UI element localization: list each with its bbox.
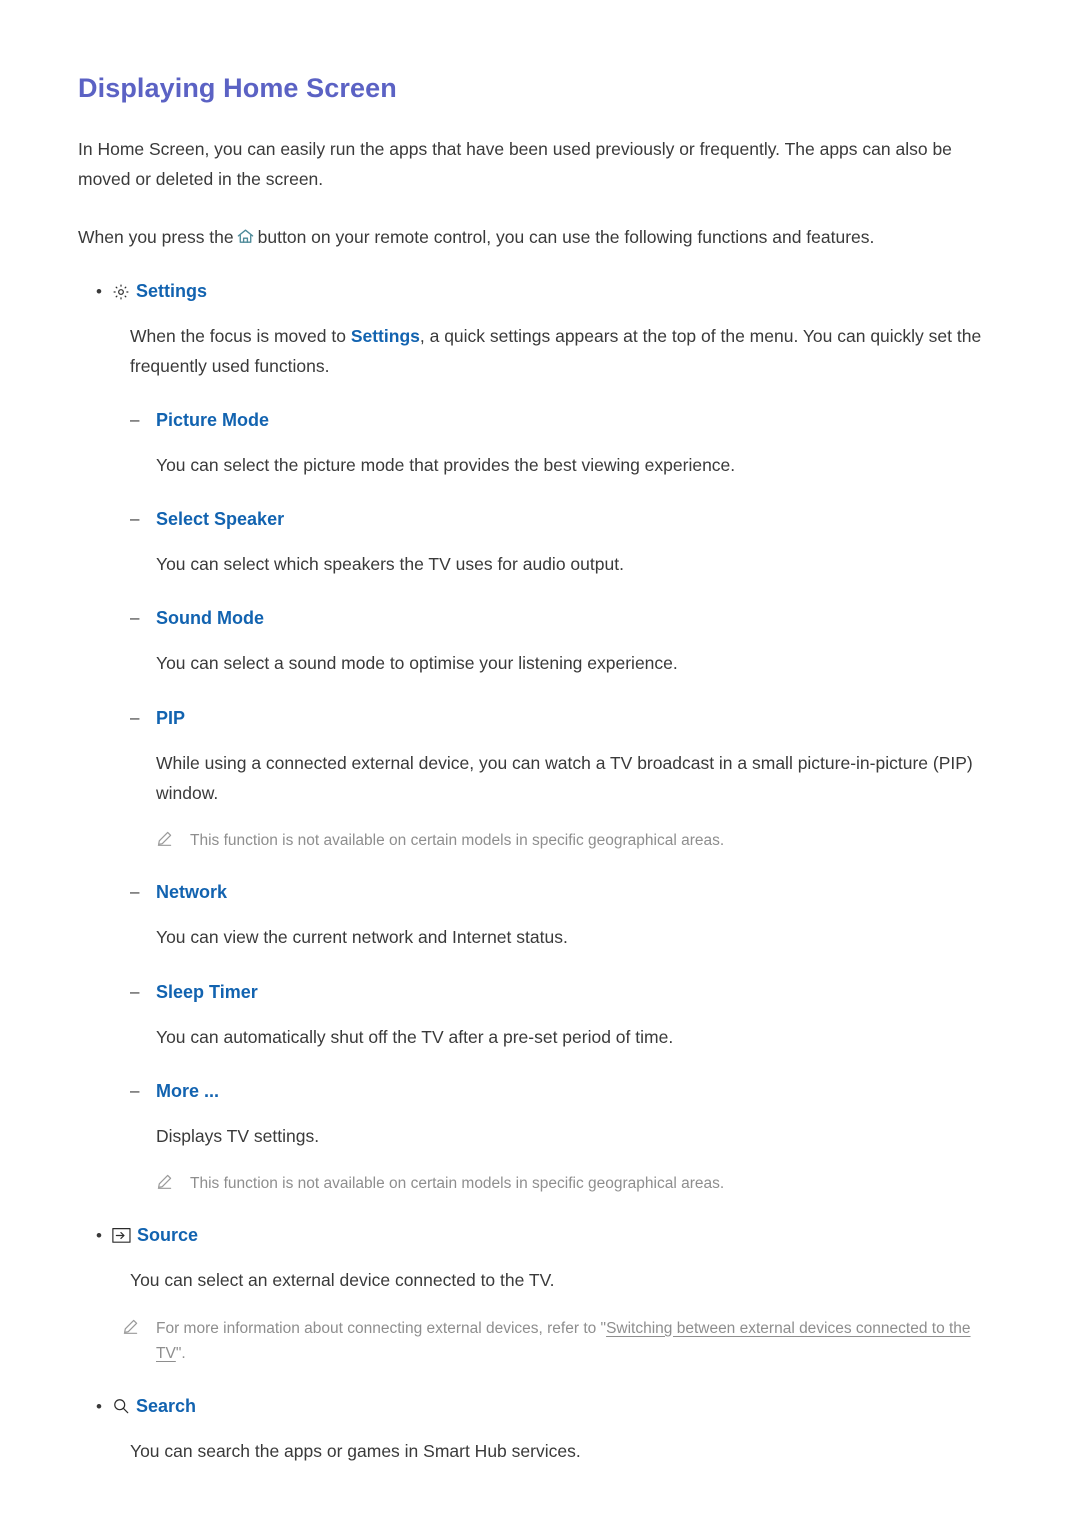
note-text: For more information about connecting ex…	[156, 1316, 1002, 1367]
sub-item-label: More ...	[156, 1080, 220, 1101]
bullet-marker: •	[96, 1226, 102, 1246]
sub-item-label: Picture Mode	[156, 410, 270, 431]
note-source: For more information about connecting ex…	[78, 1316, 1002, 1367]
note-text-after: ".	[175, 1345, 186, 1363]
sub-item-label: Select Speaker	[156, 509, 285, 530]
bullet-head-source: Source	[112, 1222, 198, 1249]
search-description: You can search the apps or games in Smar…	[130, 1440, 581, 1461]
sub-item-select-speaker[interactable]: – Select Speaker	[78, 506, 1002, 532]
bullet-head-search: Search	[112, 1393, 196, 1420]
page-title: Displaying Home Screen	[78, 73, 397, 103]
sub-item-body-more: Displays TV settings.	[78, 1121, 1002, 1151]
home-icon	[236, 227, 255, 246]
press-sentence-before: When you press the	[78, 226, 234, 247]
pencil-icon	[156, 828, 190, 852]
settings-description: When the focus is moved to Settings, a q…	[130, 321, 1002, 381]
sub-item-body-sleep-timer: You can automatically shut off the TV af…	[78, 1022, 1002, 1052]
sub-item-label: Sound Mode	[156, 608, 264, 629]
note-pip: This function is not available on certai…	[78, 828, 1002, 854]
sub-item-body-pip: While using a connected external device,…	[78, 748, 1002, 808]
note-text: This function is not available on certai…	[190, 831, 725, 849]
search-body: You can search the apps or games in Smar…	[78, 1436, 1002, 1466]
dash-marker: –	[130, 410, 140, 430]
dash-marker: –	[130, 882, 140, 902]
sub-item-description: You can automatically shut off the TV af…	[156, 1026, 674, 1047]
bullet-marker: •	[96, 1396, 102, 1416]
intro-paragraph: In Home Screen, you can easily run the a…	[78, 138, 952, 189]
pencil-icon	[156, 1171, 190, 1195]
sub-item-more[interactable]: – More ...	[78, 1078, 1002, 1104]
bullet-item-settings[interactable]: • Settings	[78, 278, 1002, 305]
note-text-before: For more information about connecting ex…	[156, 1319, 607, 1337]
search-icon	[112, 1397, 130, 1415]
dash-marker: –	[130, 608, 140, 628]
inline-link-settings[interactable]: Settings	[351, 326, 420, 346]
sub-item-body-select-speaker: You can select which speakers the TV use…	[78, 549, 1002, 579]
settings-desc-before: When the focus is moved to	[130, 326, 346, 347]
bullet-item-source[interactable]: • Source	[78, 1222, 1002, 1249]
bullet-label-settings: Settings	[136, 281, 208, 302]
bullet-label-source: Source	[137, 1225, 199, 1246]
source-description: You can select an external device connec…	[130, 1270, 555, 1291]
sub-item-body-network: You can view the current network and Int…	[78, 922, 1002, 952]
sub-item-label: Sleep Timer	[156, 981, 258, 1002]
sub-item-label: PIP	[156, 707, 186, 728]
bullet-label-search: Search	[136, 1395, 197, 1416]
dash-marker: –	[130, 707, 140, 727]
dash-marker: –	[130, 509, 140, 529]
press-home-paragraph: When you press the button on your remote …	[78, 222, 983, 252]
sub-item-picture-mode[interactable]: – Picture Mode	[78, 407, 1002, 433]
dash-marker: –	[130, 981, 140, 1001]
sub-item-pip[interactable]: – PIP	[78, 705, 1002, 731]
sub-item-description: You can view the current network and Int…	[156, 927, 568, 948]
dash-marker: –	[130, 1080, 140, 1100]
bullet-item-search[interactable]: • Search	[78, 1393, 1002, 1420]
pencil-icon	[122, 1316, 156, 1340]
document-page: Displaying Home Screen In Home Screen, y…	[0, 0, 1080, 1527]
sub-item-description: While using a connected external device,…	[156, 752, 973, 803]
note-text: This function is not available on certai…	[190, 1174, 725, 1192]
bullet-marker: •	[96, 282, 102, 302]
note-more: This function is not available on certai…	[78, 1171, 1002, 1197]
bullet-head-settings: Settings	[112, 278, 207, 305]
press-sentence-after: button on your remote control, you can u…	[257, 226, 875, 247]
sub-item-description: Displays TV settings.	[156, 1125, 320, 1146]
sub-item-body-sound-mode: You can select a sound mode to optimise …	[78, 648, 1002, 678]
sub-item-body-picture-mode: You can select the picture mode that pro…	[78, 450, 1002, 480]
sub-item-label: Network	[156, 882, 228, 903]
sub-item-description: You can select which speakers the TV use…	[156, 554, 624, 575]
settings-body: When the focus is moved to Settings, a q…	[78, 321, 1002, 381]
source-input-icon	[112, 1227, 131, 1244]
sub-item-network[interactable]: – Network	[78, 879, 1002, 905]
sub-item-sound-mode[interactable]: – Sound Mode	[78, 605, 1002, 631]
source-body: You can select an external device connec…	[78, 1265, 1002, 1295]
sub-item-sleep-timer[interactable]: – Sleep Timer	[78, 979, 1002, 1005]
sub-item-description: You can select a sound mode to optimise …	[156, 653, 678, 674]
sub-item-description: You can select the picture mode that pro…	[156, 455, 736, 476]
gear-icon	[112, 283, 130, 301]
